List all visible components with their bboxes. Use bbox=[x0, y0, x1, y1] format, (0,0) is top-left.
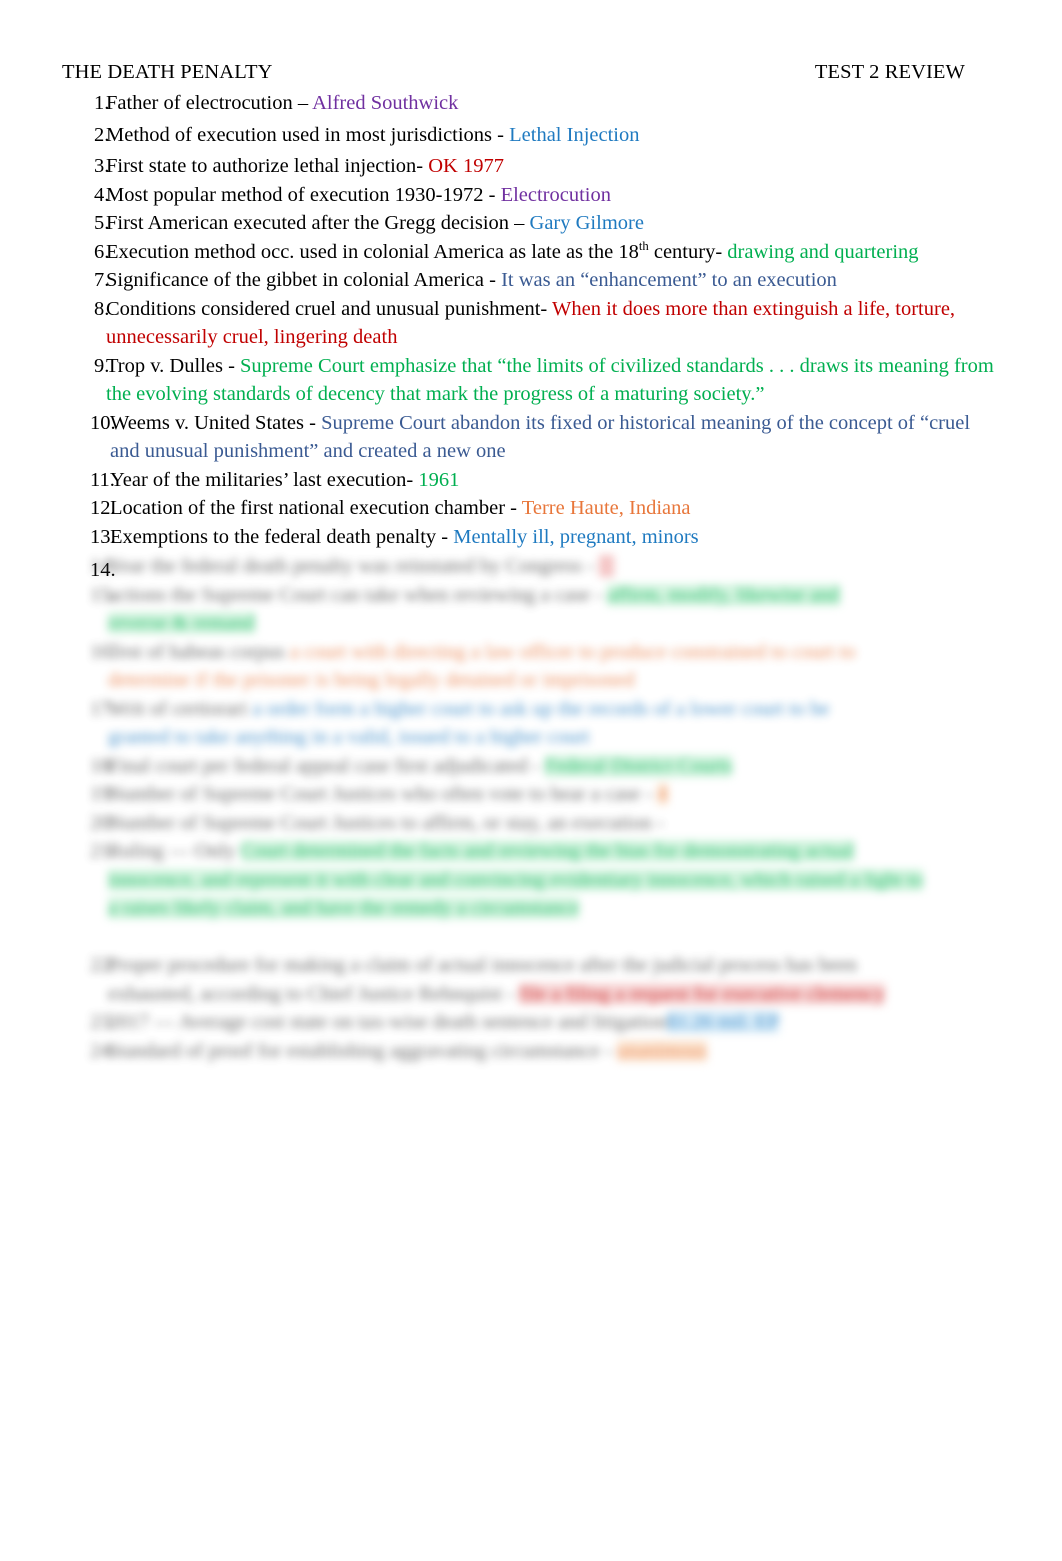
redacted-line: 21.Ruling — Only Court determined the fa… bbox=[90, 840, 855, 862]
redacted-line: reverse & remand bbox=[108, 612, 255, 634]
question-text: Location of the first national execution… bbox=[110, 497, 522, 519]
list-item-body: Execution method occ. used in colonial A… bbox=[106, 238, 1002, 267]
question-text: First state to authorize lethal injectio… bbox=[106, 155, 429, 177]
list-item-body: Father of electrocution – Alfred Southwi… bbox=[106, 89, 1002, 118]
list-item-body: First state to authorize lethal injectio… bbox=[106, 152, 1002, 181]
redacted-line: innocence, and represent it with clear a… bbox=[108, 868, 924, 891]
review-question-list: 1. Father of electrocution – Alfred Sout… bbox=[62, 86, 1002, 551]
answer-text: Gary Gilmore bbox=[529, 212, 644, 234]
list-item: 8. Conditions considered cruel and unusu… bbox=[62, 295, 1002, 352]
question-text: Conditions considered cruel and unusual … bbox=[106, 297, 552, 320]
question-text: Year of the militaries’ last execution- bbox=[110, 468, 419, 491]
answer-text: Lethal Injection bbox=[509, 123, 640, 146]
list-item: 3. First state to authorize lethal injec… bbox=[62, 152, 1002, 181]
redacted-line: determine if the prisoner is being legal… bbox=[108, 669, 635, 691]
list-item-number: 13. bbox=[90, 525, 116, 548]
question-text: Trop v. Dulles - bbox=[106, 354, 241, 377]
list-item-number-14: 14. bbox=[90, 559, 116, 581]
answer-text: Alfred Southwick bbox=[312, 92, 459, 114]
question-text: Weems v. United States - bbox=[110, 411, 322, 434]
answer-text: drawing and quartering bbox=[727, 240, 919, 263]
redacted-line: 19.Number of Supreme Court Justices who … bbox=[90, 783, 668, 805]
question-text: Significance of the gibbet in colonial A… bbox=[106, 269, 502, 291]
list-item: 13. Exemptions to the federal death pena… bbox=[62, 523, 1002, 552]
list-item: 2. Method of execution used in most juri… bbox=[62, 121, 1002, 150]
list-item-body: Weems v. United States - Supreme Court a… bbox=[110, 409, 1002, 466]
answer-text: Supreme Court emphasize that “the limits… bbox=[106, 354, 994, 406]
ordinal-superscript: th bbox=[638, 238, 649, 253]
header-title-left: THE DEATH PENALTY bbox=[62, 61, 273, 83]
list-item: 10. Weems v. United States - Supreme Cou… bbox=[62, 409, 1002, 466]
redacted-line: 22.Proper procedure for making a claim o… bbox=[90, 954, 858, 976]
list-item-number: 12. bbox=[90, 497, 116, 519]
list-item-number: 2. bbox=[94, 123, 110, 146]
answer-text: 1961 bbox=[418, 468, 460, 491]
list-item-number: 10. bbox=[90, 411, 116, 434]
list-item-number: 3. bbox=[94, 155, 110, 177]
answer-text: Mentally ill, pregnant, minors bbox=[453, 525, 699, 548]
list-item: 4. Most popular method of execution 1930… bbox=[62, 181, 1002, 210]
list-item: 12. Location of the first national execu… bbox=[62, 494, 1002, 523]
question-text: Most popular method of execution 1930-19… bbox=[106, 183, 501, 206]
question-text: Method of execution used in most jurisdi… bbox=[106, 123, 510, 146]
redacted-line: 17.Writ of certiorari a order form a hig… bbox=[90, 697, 830, 720]
question-text: Father of electrocution – bbox=[106, 92, 313, 114]
document-page: THE DEATH PENALTY TEST 2 REVIEW 1. Fathe… bbox=[0, 0, 1062, 1561]
list-item: 1. Father of electrocution – Alfred Sout… bbox=[62, 89, 1002, 118]
list-item-body: Significance of the gibbet in colonial A… bbox=[106, 266, 1002, 295]
list-item-number: 8. bbox=[94, 297, 110, 320]
list-item-number: 5. bbox=[94, 212, 110, 234]
list-item-number: 11. bbox=[90, 468, 115, 491]
redacted-line: 23.2017 — Average cost state on tax-wise… bbox=[90, 1011, 780, 1033]
list-item-number: 6. bbox=[94, 240, 110, 263]
list-item-body: Exemptions to the federal death penalty … bbox=[110, 523, 1002, 552]
redacted-line: 18.Final court per federal appeal case f… bbox=[90, 754, 733, 777]
redacted-line: 16.Test of habeas corpus a court with di… bbox=[90, 640, 856, 663]
redacted-line: a raises likely claim, and have the reme… bbox=[108, 897, 580, 919]
list-item-body: Year of the militaries’ last execution- … bbox=[110, 466, 1002, 495]
list-item-body: Location of the first national execution… bbox=[110, 494, 1002, 523]
list-item-body: Trop v. Dulles - Supreme Court emphasize… bbox=[106, 352, 1002, 409]
redacted-line: 20.Number of Supreme Court Justices to a… bbox=[90, 811, 664, 834]
question-text: First American executed after the Gregg … bbox=[106, 212, 530, 234]
list-item: 11. Year of the militaries’ last executi… bbox=[62, 466, 1002, 495]
list-item-number: 9. bbox=[94, 354, 110, 377]
question-text-continued: century- bbox=[648, 240, 728, 263]
list-item-body: Method of execution used in most jurisdi… bbox=[106, 121, 1002, 150]
redacted-line: exhausted, according to Chief Justice Re… bbox=[108, 982, 886, 1005]
list-item-number: 4. bbox=[94, 183, 110, 206]
redacted-line: 14.Year the federal death penalty was re… bbox=[62, 552, 1002, 581]
question-text: Exemptions to the federal death penalty … bbox=[110, 525, 454, 548]
answer-text: OK 1977 bbox=[428, 155, 504, 177]
list-item-number: 1. bbox=[94, 92, 110, 114]
list-item: 9. Trop v. Dulles - Supreme Court emphas… bbox=[62, 352, 1002, 409]
header-title-right: TEST 2 REVIEW bbox=[814, 61, 965, 83]
list-item: 6. Execution method occ. used in colonia… bbox=[62, 238, 1002, 267]
redacted-line: 15.actions the Supreme Court can take wh… bbox=[90, 583, 840, 606]
document-header: THE DEATH PENALTY TEST 2 REVIEW bbox=[62, 60, 967, 85]
answer-text: Terre Haute, Indiana bbox=[521, 497, 691, 519]
list-item: 7. Significance of the gibbet in colonia… bbox=[62, 266, 1002, 295]
list-item-body: Most popular method of execution 1930-19… bbox=[106, 181, 1002, 210]
redacted-line: 24.Standard of proof for establishing ag… bbox=[90, 1039, 707, 1062]
redacted-line bbox=[62, 923, 1002, 952]
list-item-number: 7. bbox=[94, 269, 110, 291]
redacted-text-region: 14.Year the federal death penalty was re… bbox=[62, 552, 1002, 1062]
list-item-body: Conditions considered cruel and unusual … bbox=[106, 295, 1002, 352]
question-text: Execution method occ. used in colonial A… bbox=[106, 240, 639, 263]
list-item-body: First American executed after the Gregg … bbox=[106, 209, 1002, 238]
redacted-line: granted to take anything in a valid, iss… bbox=[108, 726, 590, 748]
list-item: 5. First American executed after the Gre… bbox=[62, 209, 1002, 238]
answer-text: Electrocution bbox=[500, 183, 611, 206]
answer-text: It was an “enhancement” to an execution bbox=[501, 269, 837, 291]
